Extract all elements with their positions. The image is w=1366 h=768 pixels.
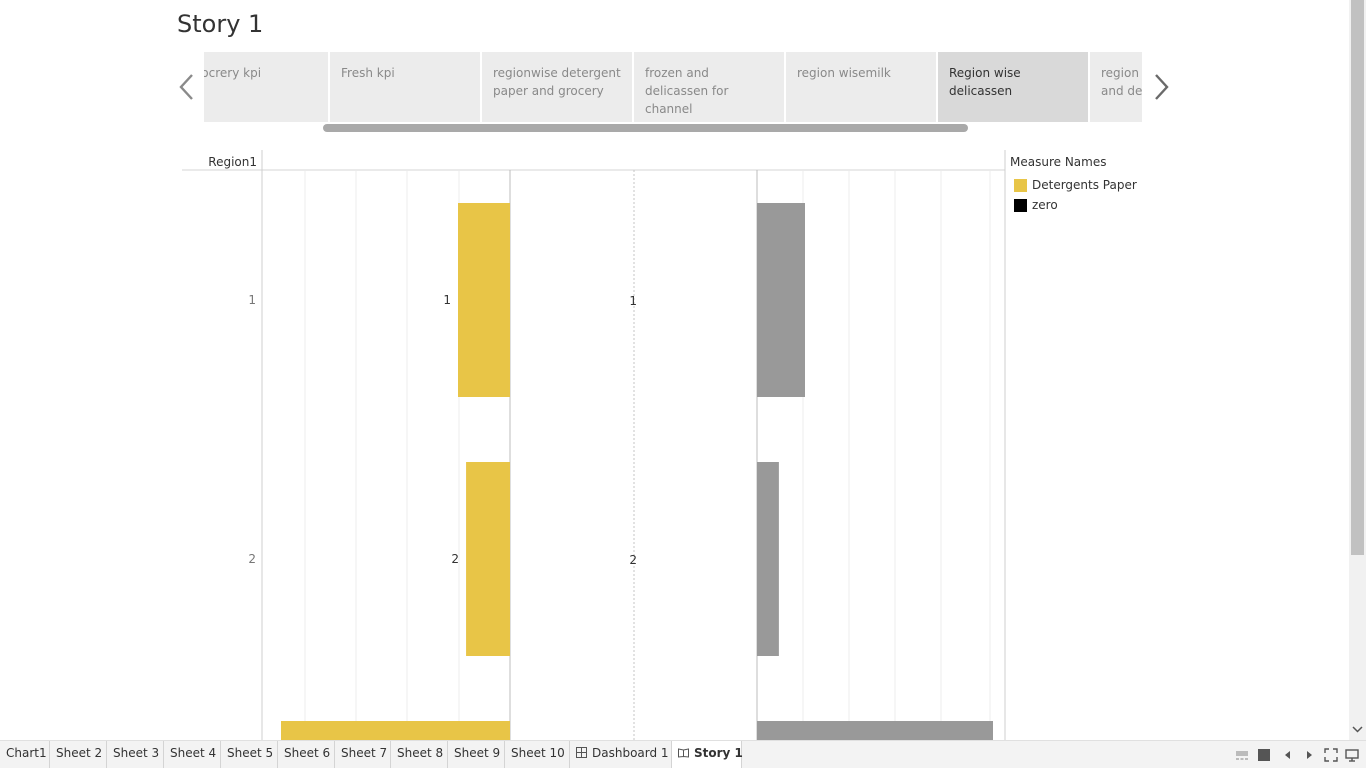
page-scrollbar-thumb[interactable]: [1351, 0, 1364, 555]
tab-label: Story 1: [694, 746, 743, 760]
legend-title: Measure Names: [1010, 155, 1107, 169]
tab-sheet-3[interactable]: Sheet 3: [107, 741, 164, 768]
tab-story-1[interactable]: Story 1: [672, 741, 743, 768]
show-filmstrip-icon[interactable]: [1235, 748, 1249, 762]
sheet-tab-bar: Chart1 Sheet 2 Sheet 3 Sheet 4 Sheet 5 S…: [0, 740, 1366, 768]
legend-item-zero[interactable]: zero: [1010, 195, 1160, 215]
bar-zero-region-2: [757, 462, 779, 656]
tab-label: Sheet 7: [341, 746, 388, 760]
tab-label: Sheet 5: [227, 746, 274, 760]
next-sheet-icon[interactable]: [1302, 748, 1316, 762]
bar-label: 2: [451, 552, 459, 566]
page-scrollbar[interactable]: [1349, 0, 1366, 740]
legend-item-detergents-paper[interactable]: Detergents Paper: [1010, 175, 1160, 195]
tab-sheet-7[interactable]: Sheet 7: [335, 741, 391, 768]
row-label-1: 1: [248, 293, 256, 307]
story-icon: [678, 748, 689, 758]
fullscreen-icon[interactable]: [1324, 748, 1338, 762]
tab-sheet-8[interactable]: Sheet 8: [391, 741, 448, 768]
bar-detergents-paper-region-3: [281, 721, 510, 740]
tab-label: Sheet 3: [113, 746, 160, 760]
tab-label: Chart1: [6, 746, 47, 760]
previous-sheet-icon[interactable]: [1281, 748, 1295, 762]
tab-sheet-9[interactable]: Sheet 9: [448, 741, 505, 768]
tab-label: Sheet 9: [454, 746, 501, 760]
legend: Measure Names Detergents Paper zero: [1010, 155, 1160, 215]
tab-label: Sheet 4: [170, 746, 217, 760]
show-sheet-icon[interactable]: [1257, 748, 1271, 762]
bar-zero-region-1: [757, 203, 805, 397]
tab-sheet-10[interactable]: Sheet 10: [505, 741, 570, 768]
legend-label: Detergents Paper: [1032, 178, 1137, 192]
bar-detergents-paper-region-1: [458, 203, 510, 397]
tab-dashboard-1[interactable]: Dashboard 1: [570, 741, 672, 768]
bar-label: 1: [629, 294, 637, 308]
tab-label: Dashboard 1: [592, 746, 669, 760]
tab-sheet-6[interactable]: Sheet 6: [278, 741, 335, 768]
scroll-down-icon[interactable]: [1352, 723, 1363, 735]
bar-label: 1: [443, 293, 451, 307]
region-bar-chart: 1 2 1 2 1 2 Region1: [182, 150, 1006, 740]
tab-label: Sheet 8: [397, 746, 444, 760]
row-label-2: 2: [248, 552, 256, 566]
row-header: Region1: [208, 155, 257, 169]
bar-label: 2: [629, 553, 637, 567]
tab-sheet-2[interactable]: Sheet 2: [50, 741, 107, 768]
dashboard-icon: [576, 747, 587, 758]
bar-detergents-paper-region-2: [466, 462, 510, 656]
legend-label: zero: [1032, 198, 1058, 212]
legend-swatch: [1014, 178, 1027, 192]
tab-sheet-5[interactable]: Sheet 5: [221, 741, 278, 768]
tab-sheet-4[interactable]: Sheet 4: [164, 741, 221, 768]
presentation-mode-icon[interactable]: [1345, 748, 1359, 762]
tab-chart1[interactable]: Chart1: [0, 741, 50, 768]
tab-label: Sheet 2: [56, 746, 103, 760]
bar-zero-region-3: [757, 721, 993, 740]
tab-label: Sheet 10: [511, 746, 565, 760]
tab-label: Sheet 6: [284, 746, 331, 760]
legend-swatch: [1014, 198, 1027, 212]
